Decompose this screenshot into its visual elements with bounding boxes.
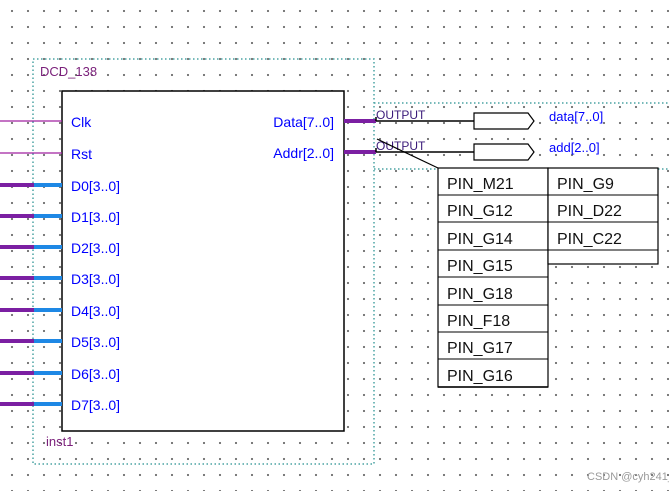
input-wires [0,120,62,406]
pin-cell: PIN_G16 [447,368,513,385]
pin-cell: PIN_G12 [447,203,513,220]
pin-label-data: Data[7..0] [273,114,334,130]
pin-cell: PIN_F18 [447,313,510,330]
schematic-canvas: DCD_138 inst1 Clk Rst D0[3..0] D1[3..0] … [0,58,669,483]
pin-cell: PIN_G17 [447,340,513,357]
pin-cell: PIN_G9 [557,176,614,193]
pin-label-d1: D1[3..0] [71,209,120,225]
pin-cell: PIN_D22 [557,203,622,220]
net-label-data: data[7..0] [549,109,603,124]
output-type-label-1: OUTPUT [376,108,426,122]
instance-name: inst1 [46,434,73,449]
pin-cell: PIN_C22 [557,231,622,248]
pin-label-clk: Clk [71,114,92,130]
watermark: CSDN @cyh241_ [587,471,669,483]
pin-label-d4: D4[3..0] [71,303,120,319]
pin-cell: PIN_G18 [447,286,513,303]
pin-label-rst: Rst [71,146,92,162]
pin-cell: PIN_M21 [447,176,514,193]
pin-cell: PIN_G15 [447,258,513,275]
pin-label-d3: D3[3..0] [71,271,120,287]
pin-label-d6: D6[3..0] [71,366,120,382]
pin-label-d0: D0[3..0] [71,178,120,194]
net-label-add: add[2..0] [549,140,600,155]
pin-label-addr: Addr[2..0] [273,145,334,161]
block-title: DCD_138 [40,64,97,79]
pin-cell: PIN_G14 [447,231,513,248]
pin-label-d7: D7[3..0] [71,397,120,413]
pin-label-d5: D5[3..0] [71,334,120,350]
pin-label-d2: D2[3..0] [71,240,120,256]
